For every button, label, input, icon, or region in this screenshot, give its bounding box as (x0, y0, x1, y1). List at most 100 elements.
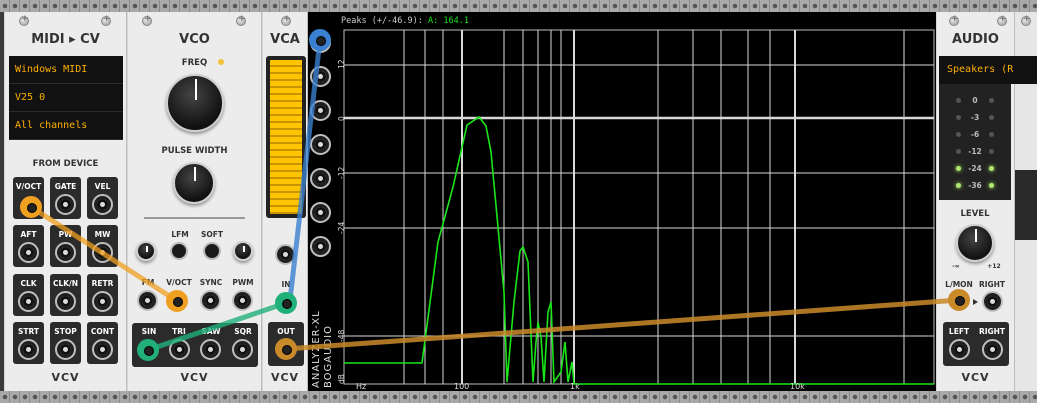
right-out-label: RIGHT (978, 327, 1006, 336)
midi-driver-select[interactable]: Windows MIDI (9, 56, 123, 84)
module-title: MIDI ▸ CV (31, 32, 100, 47)
analyzer-input-port[interactable] (310, 66, 331, 87)
audio-module: AUDIO Speakers (R 0 -3 -6 -12 -24 -36 LE… (936, 12, 1016, 391)
plug-vca-in[interactable] (275, 292, 297, 314)
gate-output-port[interactable] (55, 194, 76, 215)
analyzer-input-port[interactable] (310, 168, 331, 189)
y-tick-12: 12 (337, 59, 346, 69)
port-label-stop: STOP (54, 327, 77, 336)
y-tick-db: dB (337, 374, 346, 384)
tri-label: TRI (172, 327, 186, 336)
meter-led-left-5 (956, 183, 961, 188)
plug-analyzer-in[interactable] (309, 29, 331, 51)
saw-output-port[interactable] (200, 339, 221, 360)
y-tick-m48: -48 (337, 330, 346, 342)
sync-input-port[interactable] (200, 290, 221, 311)
brand-bogaudio: BOGAUDIO (323, 325, 334, 388)
vcv-logo: VCV (51, 371, 80, 384)
audio-device-select[interactable]: Speakers (R (939, 56, 1016, 84)
pulse-width-label: PULSE WIDTH (161, 146, 228, 156)
freq-knob[interactable] (166, 74, 224, 132)
vcv-logo: VCV (180, 371, 209, 384)
strt-output-port[interactable] (18, 339, 39, 360)
pwm-knob[interactable] (233, 241, 253, 261)
x-tick-100: 100 (454, 382, 469, 391)
analyzer-input-port[interactable] (310, 236, 331, 257)
level-max-label: +12 (987, 263, 1001, 270)
right-output-port[interactable] (982, 339, 1003, 360)
pwm-input-port[interactable] (232, 290, 253, 311)
analyzer-input-port[interactable] (310, 100, 331, 121)
right-label: RIGHT (978, 280, 1006, 289)
midi-channel-select[interactable]: All channels (9, 112, 123, 140)
y-tick-m12: -12 (337, 167, 346, 179)
meter-label-2: -6 (970, 130, 980, 139)
meter-label-3: -12 (968, 147, 982, 156)
meter-led-right-1 (989, 115, 994, 120)
vca-cv-port[interactable] (275, 244, 296, 265)
fm-knob[interactable] (136, 241, 156, 261)
port-label-retr: RETR (91, 279, 114, 288)
plug-audio-lmon[interactable] (948, 289, 970, 311)
midi-device-select[interactable]: V25 0 (9, 84, 123, 112)
level-label: LEVEL (960, 209, 990, 219)
meter-led-left-2 (956, 132, 961, 137)
port-label-gate: GATE (54, 182, 77, 191)
divider (144, 217, 245, 219)
out-label: OUT (277, 327, 295, 336)
screw-icon (281, 14, 291, 26)
vca-level-fill (270, 60, 302, 214)
sin-label: SIN (141, 327, 157, 336)
module-title: AUDIO (952, 32, 999, 47)
y-tick-m24: -24 (337, 222, 346, 234)
analyzer-input-port[interactable] (310, 202, 331, 223)
vel-output-port[interactable] (92, 194, 113, 215)
aft-output-port[interactable] (18, 242, 39, 263)
vca-level-meter (266, 56, 306, 218)
meter-led-left-4 (956, 166, 961, 171)
lfm-switch[interactable] (170, 242, 188, 260)
meter-led-right-0 (989, 98, 994, 103)
pw-output-port[interactable] (55, 242, 76, 263)
partial-display (1015, 56, 1037, 84)
analyzer-input-ports (310, 32, 334, 270)
level-knob[interactable] (956, 224, 994, 262)
port-label-clk: CLK (20, 279, 37, 288)
plug-midi-voct[interactable] (20, 196, 42, 218)
meter-label-1: -3 (970, 113, 980, 122)
port-label-aft: AFT (20, 230, 37, 239)
freq-label: FREQ (181, 58, 208, 68)
meter-label-0: 0 (972, 96, 978, 105)
plug-vco-sin[interactable] (137, 339, 159, 361)
clkn-output-port[interactable] (55, 291, 76, 312)
y-tick-0: 0 (337, 116, 346, 121)
screw-icon (142, 14, 152, 26)
meter-led-right-4 (989, 166, 994, 171)
pulse-width-knob[interactable] (173, 162, 215, 204)
fm-input-port[interactable] (137, 290, 158, 311)
analyzer-input-port[interactable] (310, 134, 331, 155)
tri-output-port[interactable] (169, 339, 190, 360)
retr-output-port[interactable] (92, 291, 113, 312)
screw-icon (1021, 14, 1031, 26)
sqr-output-port[interactable] (232, 339, 253, 360)
module-title: VCA (270, 32, 300, 47)
module-title: VCO (179, 32, 210, 47)
in-label: IN (281, 280, 291, 289)
stop-output-port[interactable] (55, 339, 76, 360)
right-input-port[interactable] (982, 291, 1003, 312)
clk-output-port[interactable] (18, 291, 39, 312)
screw-icon (19, 14, 29, 26)
plug-vco-voct[interactable] (166, 290, 188, 312)
port-label-strt: STRT (17, 327, 40, 336)
left-output-port[interactable] (949, 339, 970, 360)
screw-icon (101, 14, 111, 26)
soft-switch[interactable] (203, 242, 221, 260)
vcv-logo: VCV (270, 371, 300, 384)
bottom-rack-rail (0, 391, 1037, 403)
cont-output-port[interactable] (92, 339, 113, 360)
top-rack-rail (0, 0, 1037, 12)
mw-output-port[interactable] (92, 242, 113, 263)
plug-vca-out[interactable] (275, 338, 297, 360)
pwm-label: PWM (232, 278, 254, 287)
